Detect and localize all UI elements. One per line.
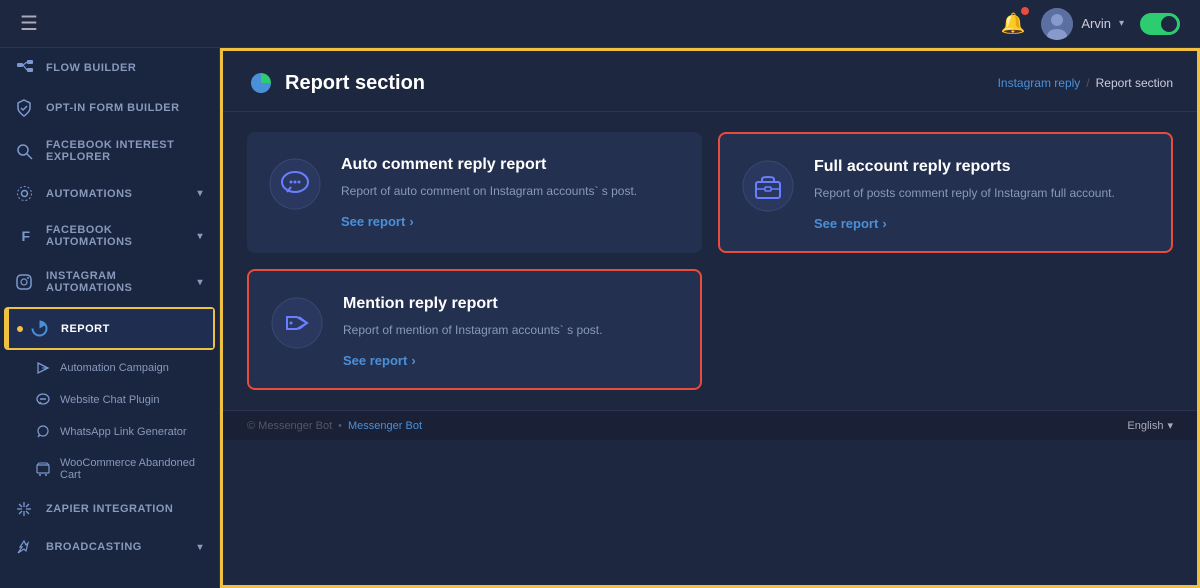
auto-comment-body: Auto comment reply report Report of auto… [341, 156, 682, 229]
sidebar-item-broadcasting[interactable]: Broadcasting ▾ [0, 528, 219, 566]
header-right: 🔔 Arvin ▾ [1000, 8, 1180, 40]
sidebar-item-fb-interest-label: Facebook Interest Explorer [46, 139, 203, 163]
breadcrumb-separator: / [1086, 76, 1089, 90]
sidebar-item-report[interactable]: Report [6, 309, 213, 348]
sidebar-item-woocommerce-label: WooCommerce Abandoned Cart [60, 457, 203, 481]
user-info[interactable]: Arvin ▾ [1041, 8, 1124, 40]
automation-campaign-icon [36, 361, 50, 375]
breadcrumb: Instagram reply / Report section [998, 76, 1173, 90]
sidebar-item-zapier-label: Zapier Integration [46, 503, 173, 515]
footer-copyright: © Messenger Bot [247, 420, 332, 432]
mention-reply-link-arrow: › [411, 353, 415, 368]
flow-builder-icon [16, 59, 36, 77]
mention-reply-link[interactable]: See report › [343, 353, 680, 368]
full-account-body: Full account reply reports Report of pos… [814, 158, 1151, 231]
breadcrumb-current: Report section [1096, 76, 1173, 90]
full-account-card[interactable]: Full account reply reports Report of pos… [718, 132, 1173, 253]
woocommerce-icon [36, 462, 50, 476]
ig-automations-chevron: ▾ [197, 277, 203, 288]
report-section-icon [247, 69, 275, 97]
language-selector[interactable]: English ▾ [1127, 419, 1173, 432]
full-account-desc: Report of posts comment reply of Instagr… [814, 184, 1151, 202]
mention-reply-body: Mention reply report Report of mention o… [343, 295, 680, 368]
bell-badge [1021, 7, 1029, 15]
automations-chevron: ▾ [197, 188, 203, 199]
sidebar-item-fb-interest[interactable]: Facebook Interest Explorer [0, 128, 219, 174]
fb-automations-chevron: ▾ [197, 231, 203, 242]
toggle[interactable] [1140, 13, 1180, 35]
full-account-link-arrow: › [882, 216, 886, 231]
content-header: Report section Instagram reply / Report … [223, 51, 1197, 112]
main-layout: Flow Builder Opt-In Form Builder Faceboo… [0, 48, 1200, 588]
full-account-title: Full account reply reports [814, 158, 1151, 176]
content-area: Report section Instagram reply / Report … [220, 48, 1200, 588]
mention-reply-icon [269, 295, 325, 351]
user-name: Arvin [1081, 16, 1111, 31]
auto-comment-title: Auto comment reply report [341, 156, 682, 174]
opt-in-icon [16, 99, 36, 117]
header-left: ☰ [20, 11, 38, 36]
language-label: English [1127, 420, 1163, 432]
toggle-switch[interactable] [1140, 13, 1180, 35]
sidebar-item-whatsapp[interactable]: WhatsApp Link Generator [0, 416, 219, 448]
full-account-link[interactable]: See report › [814, 216, 1151, 231]
auto-comment-link-arrow: › [409, 214, 413, 229]
broadcasting-icon [16, 539, 36, 555]
hamburger-icon[interactable]: ☰ [20, 11, 38, 36]
sidebar-item-automation-campaign[interactable]: Automation Campaign [0, 352, 219, 384]
auto-comment-card[interactable]: Auto comment reply report Report of auto… [247, 132, 702, 253]
report-icon [31, 320, 51, 337]
top-header: ☰ 🔔 Arvin ▾ [0, 0, 1200, 48]
instagram-icon [16, 274, 36, 290]
facebook-icon: f [16, 228, 36, 244]
sidebar-item-website-chat[interactable]: Website Chat Plugin [0, 384, 219, 416]
broadcasting-chevron: ▾ [197, 542, 203, 553]
user-dropdown-chevron[interactable]: ▾ [1119, 18, 1124, 29]
auto-comment-desc: Report of auto comment on Instagram acco… [341, 182, 682, 200]
sidebar: Flow Builder Opt-In Form Builder Faceboo… [0, 48, 220, 588]
sidebar-item-flow-builder[interactable]: Flow Builder [0, 48, 219, 88]
sidebar-item-ig-automations[interactable]: Instagram Automations ▾ [0, 259, 219, 305]
mention-reply-title: Mention reply report [343, 295, 680, 313]
search-icon [16, 143, 36, 160]
footer: © Messenger Bot • Messenger Bot English … [223, 410, 1197, 440]
footer-link[interactable]: Messenger Bot [348, 420, 422, 432]
language-chevron: ▾ [1167, 419, 1173, 432]
sidebar-item-woocommerce[interactable]: WooCommerce Abandoned Cart [0, 448, 219, 490]
sidebar-item-automations[interactable]: Automations ▾ [0, 174, 219, 213]
avatar [1041, 8, 1073, 40]
sidebar-item-opt-in-label: Opt-In Form Builder [46, 102, 180, 114]
sidebar-item-website-chat-label: Website Chat Plugin [60, 394, 159, 406]
sidebar-item-broadcasting-label: Broadcasting [46, 541, 142, 553]
auto-comment-icon [267, 156, 323, 212]
content-title-text: Report section [285, 72, 425, 95]
mention-reply-desc: Report of mention of Instagram accounts`… [343, 321, 680, 339]
auto-comment-link-label: See report [341, 214, 405, 229]
auto-comment-link[interactable]: See report › [341, 214, 682, 229]
sidebar-item-ig-automations-label: Instagram Automations [46, 270, 187, 294]
website-chat-icon [36, 393, 50, 407]
content-title-wrapper: Report section [247, 69, 425, 97]
sidebar-item-fb-automations-label: Facebook Automations [46, 224, 187, 248]
sidebar-item-zapier[interactable]: Zapier Integration [0, 490, 219, 528]
sidebar-item-opt-in[interactable]: Opt-In Form Builder [0, 88, 219, 128]
bell-icon[interactable]: 🔔 [1000, 11, 1025, 36]
sidebar-item-fb-automations[interactable]: f Facebook Automations ▾ [0, 213, 219, 259]
sidebar-item-automations-label: Automations [46, 188, 132, 200]
zapier-icon [16, 501, 36, 517]
sidebar-item-flow-builder-label: Flow Builder [46, 62, 136, 74]
full-account-icon [740, 158, 796, 214]
footer-left: © Messenger Bot • Messenger Bot [247, 420, 422, 432]
mention-reply-link-label: See report [343, 353, 407, 368]
sidebar-item-whatsapp-label: WhatsApp Link Generator [60, 426, 187, 438]
sidebar-item-automation-campaign-label: Automation Campaign [60, 362, 169, 374]
sidebar-item-report-label: Report [61, 323, 110, 335]
whatsapp-icon [36, 425, 50, 439]
mention-reply-card[interactable]: Mention reply report Report of mention o… [247, 269, 702, 390]
full-account-link-label: See report [814, 216, 878, 231]
cards-grid: Auto comment reply report Report of auto… [223, 112, 1197, 410]
automations-icon [16, 185, 36, 202]
breadcrumb-parent[interactable]: Instagram reply [998, 76, 1081, 90]
